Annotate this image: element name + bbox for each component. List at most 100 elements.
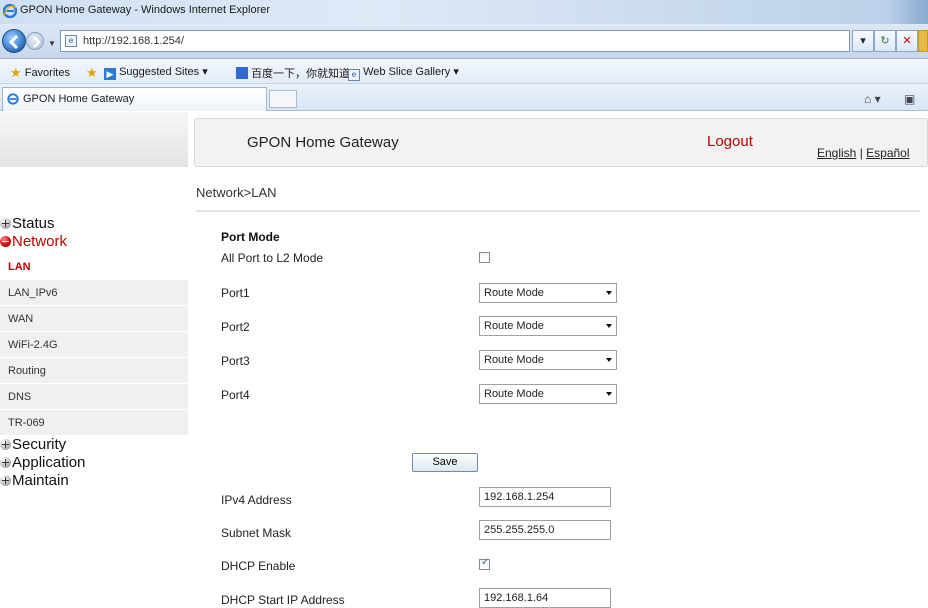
port2-label: Port2 bbox=[221, 320, 250, 334]
sidebar-item-lan-ipv6[interactable]: LAN_IPv6 bbox=[0, 280, 188, 306]
port2-mode-value: Route Mode bbox=[484, 320, 544, 332]
left-header-panel bbox=[0, 112, 188, 167]
chevron-down-icon bbox=[606, 324, 612, 328]
sidebar-item-routing[interactable]: Routing bbox=[0, 358, 188, 384]
gateway-header: GPON Home Gateway Logout English | Españ… bbox=[194, 118, 928, 167]
port3-mode-value: Route Mode bbox=[484, 354, 544, 366]
chevron-down-icon bbox=[606, 358, 612, 362]
feeds-icon[interactable]: ▣ bbox=[904, 92, 915, 106]
sidebar-group-label: Security bbox=[12, 436, 67, 453]
dhcp-enable-label: DHCP Enable bbox=[221, 559, 296, 573]
tab-gpon-home-gateway[interactable]: GPON Home Gateway bbox=[2, 87, 267, 111]
back-arrow-icon bbox=[8, 34, 19, 50]
logout-link[interactable]: Logout bbox=[707, 133, 753, 150]
favorites-bar: ★ Favorites ★ ▶ Suggested Sites ▾ 百度一下，你… bbox=[0, 59, 928, 84]
all-port-l2-checkbox[interactable] bbox=[479, 252, 490, 263]
sidebar-group-status[interactable]: Status bbox=[0, 215, 188, 233]
port4-mode-select[interactable]: Route Mode bbox=[479, 384, 617, 404]
tab-label: GPON Home Gateway bbox=[23, 93, 135, 105]
address-bar: ▼ e http://192.168.1.254/ ▾ ↻ ✕ bbox=[0, 24, 928, 59]
sidebar-item-wifi-24g[interactable]: WiFi-2.4G bbox=[0, 332, 188, 358]
tab-ie-icon bbox=[7, 93, 19, 105]
add-favorite-icon: ★ bbox=[86, 65, 98, 80]
url-text: http://192.168.1.254/ bbox=[83, 35, 184, 47]
tab-bar: GPON Home Gateway ⌂ ▾ ▣ bbox=[0, 84, 928, 111]
web-slice-label: Web Slice Gallery ▾ bbox=[363, 66, 459, 78]
add-favorite-button[interactable]: ★ bbox=[86, 65, 98, 81]
sidebar: Status Network LAN LAN_IPv6 WAN WiFi-2.4… bbox=[0, 215, 188, 490]
refresh-button[interactable]: ↻ bbox=[874, 30, 896, 52]
brand-title: GPON Home Gateway bbox=[247, 134, 399, 151]
port1-mode-value: Route Mode bbox=[484, 287, 544, 299]
language-switcher: English | Español bbox=[817, 146, 910, 160]
port2-mode-select[interactable]: Route Mode bbox=[479, 316, 617, 336]
expand-plus-icon bbox=[0, 439, 11, 450]
save-button[interactable]: Save bbox=[412, 453, 478, 472]
sidebar-item-tr069[interactable]: TR-069 bbox=[0, 410, 188, 436]
page-content: GPON Home Gateway Logout English | Españ… bbox=[0, 112, 928, 608]
sidebar-group-security[interactable]: Security bbox=[0, 436, 188, 454]
baidu-label: 百度一下，你就知道 bbox=[251, 68, 351, 80]
sidebar-group-application[interactable]: Application bbox=[0, 454, 188, 472]
suggested-sites-link[interactable]: ▶ Suggested Sites ▾ bbox=[104, 65, 208, 80]
window-titlebar: GPON Home Gateway - Windows Internet Exp… bbox=[0, 0, 928, 24]
star-icon: ★ bbox=[10, 65, 22, 80]
divider bbox=[196, 210, 920, 212]
sidebar-item-wan[interactable]: WAN bbox=[0, 306, 188, 332]
forward-button[interactable] bbox=[26, 32, 44, 50]
web-slice-gallery-link[interactable]: e Web Slice Gallery ▾ bbox=[348, 65, 459, 81]
ipv4-address-label: IPv4 Address bbox=[221, 493, 292, 507]
web-slice-icon: e bbox=[348, 69, 360, 81]
address-dropdown-button[interactable]: ▾ bbox=[852, 30, 874, 52]
chevron-down-icon bbox=[606, 291, 612, 295]
sidebar-item-lan[interactable]: LAN bbox=[0, 254, 188, 280]
sidebar-item-dns[interactable]: DNS bbox=[0, 384, 188, 410]
all-port-label: All Port to L2 Mode bbox=[221, 251, 324, 265]
dhcp-start-ip-label: DHCP Start IP Address bbox=[221, 593, 345, 607]
baidu-icon bbox=[236, 67, 248, 79]
search-box-edge[interactable] bbox=[918, 30, 928, 52]
ipv4-address-input[interactable]: 192.168.1.254 bbox=[479, 487, 611, 507]
suggested-sites-label: Suggested Sites ▾ bbox=[119, 66, 208, 78]
sidebar-group-label: Application bbox=[12, 454, 86, 471]
port1-mode-select[interactable]: Route Mode bbox=[479, 283, 617, 303]
port4-mode-value: Route Mode bbox=[484, 388, 544, 400]
subnet-mask-label: Subnet Mask bbox=[221, 526, 292, 540]
expand-plus-icon bbox=[0, 457, 11, 468]
window-edge bbox=[888, 0, 928, 24]
favorites-button[interactable]: ★ Favorites bbox=[10, 65, 70, 81]
sidebar-group-maintain[interactable]: Maintain bbox=[0, 472, 188, 490]
expand-plus-icon bbox=[0, 475, 11, 486]
back-button[interactable] bbox=[2, 29, 26, 53]
dhcp-start-ip-input[interactable]: 192.168.1.64 bbox=[479, 588, 611, 608]
forward-arrow-icon bbox=[33, 36, 41, 48]
breadcrumb: Network>LAN bbox=[196, 185, 277, 200]
port3-mode-select[interactable]: Route Mode bbox=[479, 350, 617, 370]
sidebar-group-label: Status bbox=[12, 215, 55, 232]
history-dropdown-icon[interactable]: ▼ bbox=[48, 39, 56, 48]
new-tab-button[interactable] bbox=[269, 90, 297, 108]
stop-button[interactable]: ✕ bbox=[896, 30, 918, 52]
ie-logo-icon bbox=[3, 4, 17, 18]
sidebar-group-label: Maintain bbox=[12, 472, 69, 489]
sidebar-group-label: Network bbox=[12, 233, 68, 250]
lang-espanol-link[interactable]: Español bbox=[866, 146, 909, 160]
sidebar-group-network[interactable]: Network bbox=[0, 233, 188, 251]
baidu-link[interactable]: 百度一下，你就知道 bbox=[236, 65, 350, 81]
lang-english-link[interactable]: English bbox=[817, 146, 856, 160]
subnet-mask-input[interactable]: 255.255.255.0 bbox=[479, 520, 611, 540]
dhcp-enable-checkbox[interactable] bbox=[479, 557, 490, 570]
home-icon[interactable]: ⌂ ▾ bbox=[864, 92, 881, 106]
expand-plus-icon bbox=[0, 218, 11, 229]
favorites-label: Favorites bbox=[24, 67, 70, 79]
address-tools: ▾ ↻ ✕ bbox=[852, 30, 928, 52]
port3-label: Port3 bbox=[221, 354, 250, 368]
url-input[interactable]: e http://192.168.1.254/ bbox=[60, 30, 850, 52]
suggested-sites-icon: ▶ bbox=[104, 68, 116, 80]
collapse-minus-icon bbox=[0, 236, 11, 247]
chevron-down-icon bbox=[606, 392, 612, 396]
window-title: GPON Home Gateway - Windows Internet Exp… bbox=[20, 4, 271, 16]
lang-separator: | bbox=[856, 146, 867, 160]
section-title-port-mode: Port Mode bbox=[221, 230, 280, 244]
page-icon: e bbox=[65, 35, 77, 47]
